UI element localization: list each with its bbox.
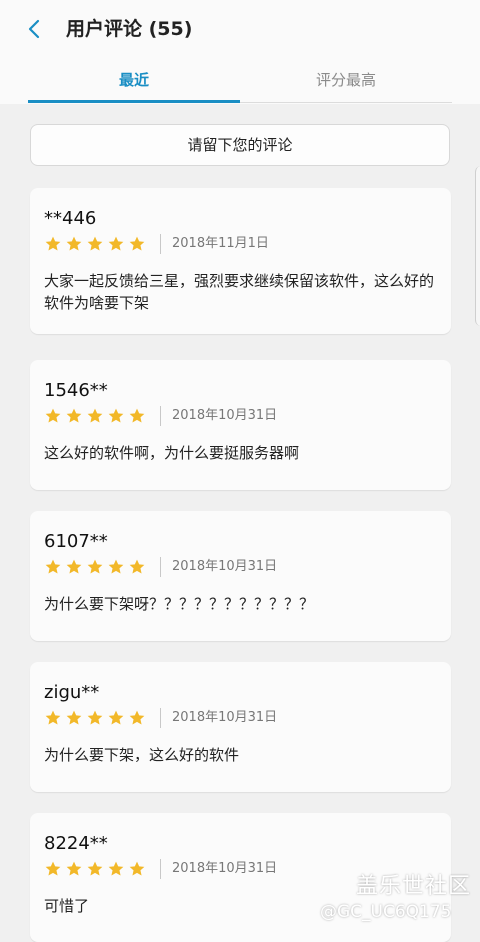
rating-stars — [44, 709, 146, 727]
review-text: 为什么要下架呀？？？？？？？？？？？ — [44, 595, 315, 613]
star-icon — [45, 710, 61, 725]
review-text: 大家一起反馈给三星，强烈要求继续保留该软件，这么好的软件为啥要下架 — [44, 272, 435, 312]
star-icon — [66, 236, 82, 251]
review-author: 6107** — [44, 531, 108, 552]
review-date: 2018年10月31日 — [172, 861, 278, 876]
star-icon — [45, 861, 61, 876]
rating-stars — [44, 558, 146, 576]
review-author: zigu** — [44, 682, 100, 703]
rating-stars — [44, 407, 146, 425]
star-icon — [66, 559, 82, 574]
review-card: **446 2018年11月1日 大家一起反馈给三星，强烈要求继续保留该软件，这… — [30, 188, 451, 334]
star-icon — [87, 710, 103, 725]
review-card: 1546** 2018年10月31日 这么好的软件啊，为什么要挺服务器啊 — [30, 360, 451, 490]
star-icon — [45, 236, 61, 251]
scroll-indicator — [475, 166, 480, 326]
review-date: 2018年11月1日 — [172, 236, 269, 251]
divider — [160, 859, 161, 879]
page-title: 用户评论 (55) — [66, 18, 193, 40]
rating-stars — [44, 860, 146, 878]
review-card: zigu** 2018年10月31日 为什么要下架，这么好的软件 — [30, 662, 451, 792]
tab-bar: 最近 评分最高 — [28, 62, 452, 103]
app-header: 用户评论 (55) 最近 评分最高 — [0, 0, 480, 104]
star-icon — [66, 408, 82, 423]
review-date: 2018年10月31日 — [172, 408, 278, 423]
star-icon — [108, 559, 124, 574]
review-date: 2018年10月31日 — [172, 559, 278, 574]
star-icon — [87, 236, 103, 251]
divider — [160, 406, 161, 426]
star-icon — [108, 408, 124, 423]
star-icon — [87, 861, 103, 876]
review-text: 这么好的软件啊，为什么要挺服务器啊 — [44, 444, 300, 462]
divider — [160, 708, 161, 728]
star-icon — [108, 236, 124, 251]
watermark-title: 盖乐世社区 — [356, 874, 472, 899]
watermark-handle: @GC_UC6Q175 — [320, 902, 452, 922]
star-icon — [129, 559, 145, 574]
star-icon — [45, 559, 61, 574]
star-icon — [108, 861, 124, 876]
review-text: 为什么要下架，这么好的软件 — [44, 746, 240, 764]
star-icon — [66, 861, 82, 876]
star-icon — [66, 710, 82, 725]
star-icon — [108, 710, 124, 725]
review-author: 8224** — [44, 833, 108, 854]
back-button[interactable] — [22, 16, 46, 42]
review-author: **446 — [44, 208, 97, 229]
review-card: 6107** 2018年10月31日 为什么要下架呀？？？？？？？？？？？ — [30, 511, 451, 641]
divider — [160, 557, 161, 577]
rating-stars — [44, 235, 146, 253]
review-author: 1546** — [44, 380, 108, 401]
star-icon — [45, 408, 61, 423]
tab-recent[interactable]: 最近 — [28, 62, 240, 103]
tab-top-rated[interactable]: 评分最高 — [240, 62, 452, 102]
star-icon — [129, 861, 145, 876]
star-icon — [87, 408, 103, 423]
divider — [160, 234, 161, 254]
review-date: 2018年10月31日 — [172, 710, 278, 725]
star-icon — [129, 408, 145, 423]
write-review-button[interactable]: 请留下您的评论 — [30, 124, 450, 166]
star-icon — [87, 559, 103, 574]
chevron-left-icon — [28, 19, 40, 39]
star-icon — [129, 236, 145, 251]
star-icon — [129, 710, 145, 725]
